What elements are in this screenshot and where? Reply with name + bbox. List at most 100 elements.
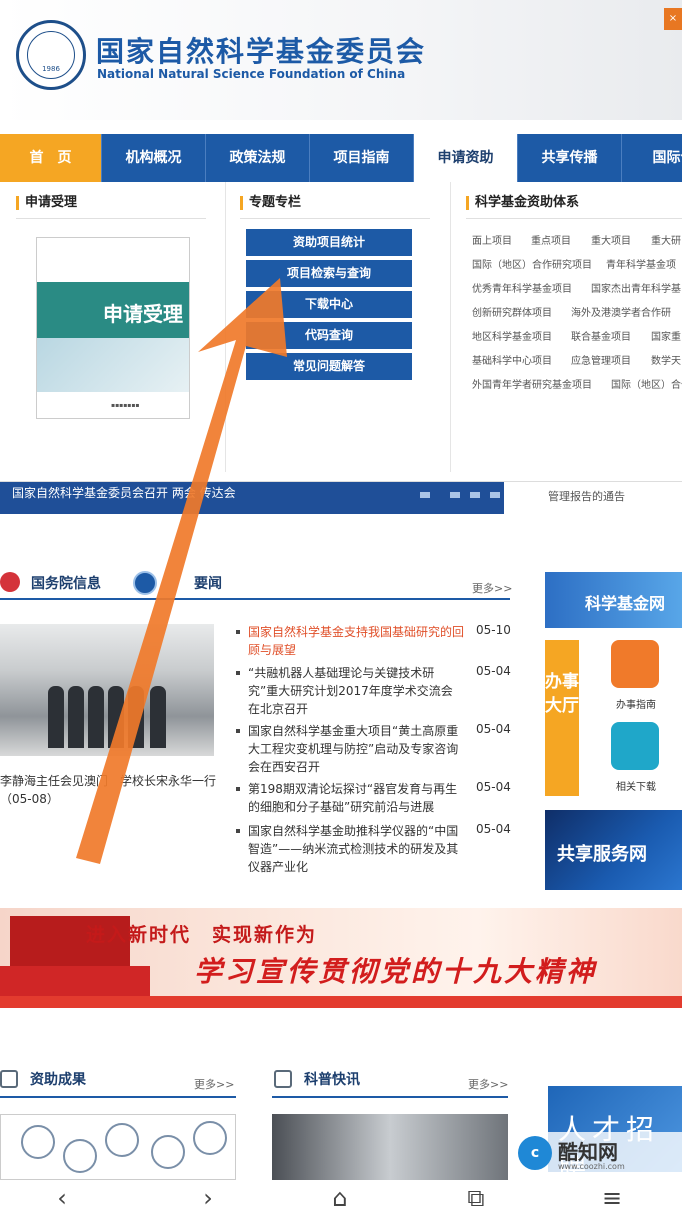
news-slider-strip[interactable]: 国家自然科学基金委员会召开 两会 传达会	[0, 482, 504, 514]
download-label[interactable]: 相关下载	[616, 778, 656, 793]
cover-title: 申请受理	[103, 302, 183, 326]
banner-label: 科学基金网	[585, 594, 666, 613]
state-council-emblem-icon	[0, 572, 20, 592]
faq-button[interactable]: 常见问题解答	[246, 353, 412, 380]
funding-link[interactable]: 海外及港澳学者合作研	[571, 304, 671, 319]
tab-state-council[interactable]: 国务院信息	[31, 573, 101, 593]
photo-person	[48, 686, 64, 748]
funding-link[interactable]: 地区科学基金项目	[472, 328, 552, 343]
news-date: 05-04	[476, 822, 511, 836]
nav-international[interactable]: 国际合	[622, 134, 682, 182]
apply-funding-dropdown: 申请受理 申请受理 ▪▪▪▪▪▪▪ 专题专栏 资助项目统计 项目检索与查询 下载…	[0, 182, 682, 482]
funding-link[interactable]: 联合基金项目	[571, 328, 631, 343]
forward-icon[interactable]: ›	[168, 1184, 248, 1212]
nineteenth-congress-banner[interactable]: 进入新时代 实现新作为 学习宣传贯彻党的十九大精神	[0, 908, 682, 1008]
page: { "header": { "title_cn": "国家自然科学基金委员会",…	[0, 0, 682, 1212]
news-date: 05-10	[476, 623, 511, 637]
news-photo[interactable]	[0, 624, 214, 756]
slider-dot[interactable]	[490, 492, 500, 498]
molecule-graphic	[151, 1135, 185, 1169]
nsfc-logo[interactable]: 1986	[16, 20, 86, 90]
slider-caption: 国家自然科学基金委员会召开 两会 传达会	[12, 486, 236, 500]
cover-graphic	[37, 338, 189, 392]
funding-link[interactable]: 外国青年学者研究基金项目	[472, 376, 592, 391]
molecule-graphic	[193, 1121, 227, 1155]
divider	[240, 218, 430, 219]
funding-link[interactable]: 重点项目	[531, 232, 571, 247]
slider-dot[interactable]	[450, 492, 460, 498]
news-date: 05-04	[476, 780, 511, 794]
divider	[225, 182, 226, 472]
news-item[interactable]: 国家自然科学基金重大项目“黄土高原重大工程灾变机理与防控”启动及专家咨询会在西安…	[236, 722, 464, 776]
funding-link[interactable]: 创新研究群体项目	[472, 304, 552, 319]
robot-hand-image[interactable]	[272, 1114, 508, 1180]
cover-footer-logo: ▪▪▪▪▪▪▪	[111, 402, 140, 409]
banner-line2: 学习宣传贯彻党的十九大精神	[194, 955, 598, 988]
news-item[interactable]: “共融机器人基础理论与关键技术研究”重大研究计划2017年度学术交流会在北京召开	[236, 664, 464, 718]
science-fund-net-banner[interactable]: 科学基金网	[545, 572, 682, 628]
nsfc-emblem-icon	[133, 571, 157, 595]
tab-headlines[interactable]: 要闻	[194, 573, 222, 593]
tabs-icon[interactable]: ⧉	[436, 1184, 516, 1212]
divider	[0, 1096, 236, 1098]
coozhi-logo-icon: c	[518, 1136, 552, 1170]
site-title-en: National Natural Science Foundation of C…	[97, 67, 406, 81]
divider	[450, 182, 451, 472]
side-notice-link[interactable]: 管理报告的通告	[548, 488, 625, 504]
news-more-link[interactable]: 更多>>	[472, 580, 512, 596]
watermark-name: 酷知网	[558, 1140, 618, 1164]
achievement-molecule-image[interactable]	[0, 1114, 236, 1180]
divider	[0, 598, 510, 600]
funding-link[interactable]: 应急管理项目	[571, 352, 631, 367]
achievements-more-link[interactable]: 更多>>	[194, 1076, 234, 1092]
funding-link[interactable]: 国家杰出青年科学基	[591, 280, 681, 295]
funding-link[interactable]: 基础科学中心项目	[472, 352, 552, 367]
dropdown-col3-title: 科学基金资助体系	[466, 196, 579, 210]
funding-link[interactable]: 国家重	[651, 328, 681, 343]
nav-apply-funding[interactable]: 申请资助	[414, 134, 518, 182]
photo-caption[interactable]: 李静海主任会见澳门 学校长宋永华一行（05-08）	[0, 772, 222, 808]
molecule-graphic	[21, 1125, 55, 1159]
home-icon[interactable]: ⌂	[300, 1184, 380, 1212]
popular-science-more-link[interactable]: 更多>>	[468, 1076, 508, 1092]
funding-link[interactable]: 优秀青年科学基金项目	[472, 280, 572, 295]
funding-link[interactable]: 重大研	[651, 232, 681, 247]
banner-wave	[0, 996, 682, 1008]
nav-guide[interactable]: 项目指南	[310, 134, 414, 182]
popular-science-icon	[274, 1070, 292, 1088]
logo-year: 1986	[42, 65, 60, 73]
dropdown-col2-title: 专题专栏	[240, 196, 301, 210]
news-item[interactable]: 第198期双清论坛探讨“器官发育与再生的细胞和分子基础”研究前沿与进展	[236, 780, 464, 816]
slider-dot[interactable]	[470, 492, 480, 498]
nav-about[interactable]: 机构概况	[102, 134, 206, 182]
guide-icon[interactable]	[611, 640, 659, 688]
share-service-banner[interactable]: 共享服务网	[545, 810, 682, 890]
funding-link[interactable]: 重大项目	[591, 232, 631, 247]
funding-link[interactable]: 国际（地区）合作	[611, 376, 682, 391]
funding-statistics-button[interactable]: 资助项目统计	[246, 229, 412, 256]
close-ad-icon[interactable]: ×	[664, 8, 682, 30]
molecule-graphic	[63, 1139, 97, 1173]
photo-person	[108, 686, 124, 748]
download-icon[interactable]	[611, 722, 659, 770]
funding-link[interactable]: 国际（地区）合作研究项目	[472, 256, 592, 271]
news-item[interactable]: 国家自然科学基金支持我国基础研究的回顾与展望	[236, 623, 464, 659]
divider	[16, 218, 206, 219]
slider-dot[interactable]	[420, 492, 430, 498]
funding-link[interactable]: 数学天	[651, 352, 681, 367]
funding-link[interactable]: 青年科学基金项	[606, 256, 676, 271]
browser-nav-bar: ‹ › ⌂ ⧉ ≡	[0, 1180, 682, 1212]
download-center-button[interactable]: 下载中心	[246, 291, 412, 318]
project-search-button[interactable]: 项目检索与查询	[246, 260, 412, 287]
menu-icon[interactable]: ≡	[572, 1184, 652, 1212]
achievement-icon	[0, 1070, 18, 1088]
nav-home[interactable]: 首 页	[0, 134, 102, 182]
funding-link[interactable]: 面上项目	[472, 232, 512, 247]
application-cover-image[interactable]: 申请受理 ▪▪▪▪▪▪▪	[36, 237, 190, 419]
back-icon[interactable]: ‹	[22, 1184, 102, 1212]
guide-label[interactable]: 办事指南	[616, 696, 656, 711]
news-item[interactable]: 国家自然科学基金助推科学仪器的“中国智造”——纳米流式检测技术的研发及其仪器产业…	[236, 822, 464, 876]
code-query-button[interactable]: 代码查询	[246, 322, 412, 349]
nav-share[interactable]: 共享传播	[518, 134, 622, 182]
nav-policy[interactable]: 政策法规	[206, 134, 310, 182]
